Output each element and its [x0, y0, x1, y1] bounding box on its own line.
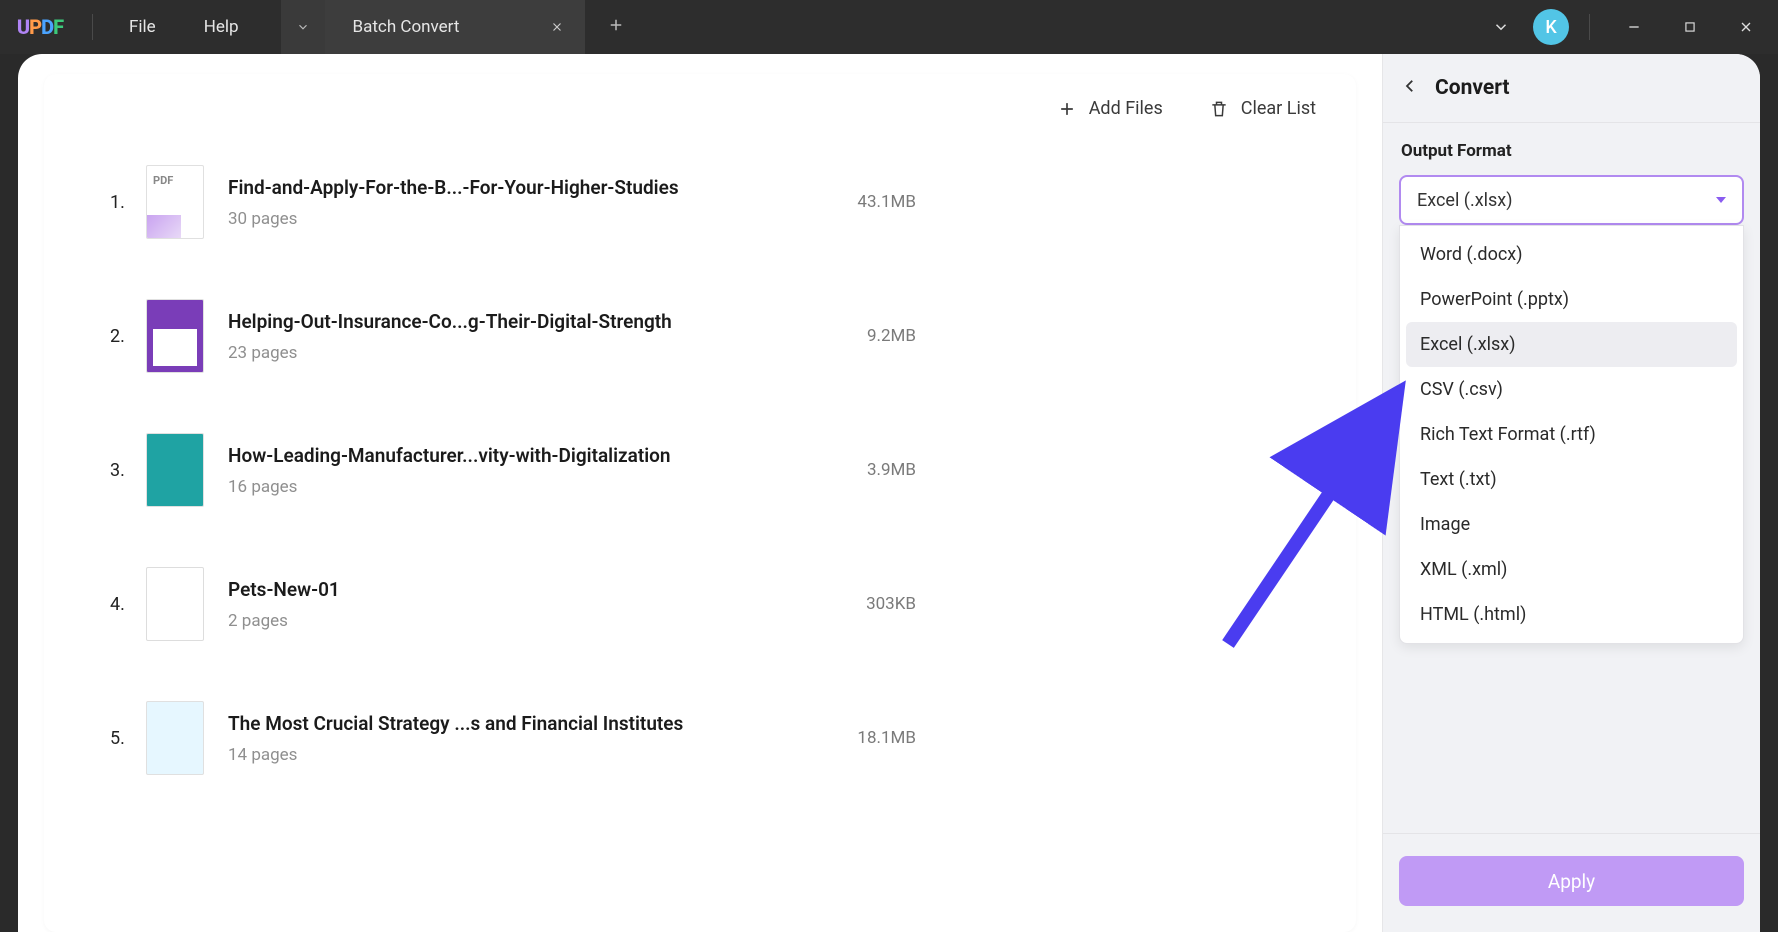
workspace: Add Files Clear List 1. Find-and-Apply-Fo… — [18, 54, 1760, 932]
file-thumbnail — [146, 299, 204, 373]
output-format-label: Output Format — [1399, 141, 1744, 161]
separator — [92, 14, 93, 40]
user-avatar[interactable]: K — [1533, 9, 1569, 45]
logo-letter: U — [17, 15, 29, 39]
chevron-down-icon — [296, 20, 310, 34]
title-bar: U P D F File Help Batch Convert K — [0, 0, 1778, 54]
logo-letter: P — [29, 15, 41, 39]
file-index: 4. — [110, 594, 146, 615]
file-name: Pets-New-01 — [228, 578, 748, 601]
window-maximize[interactable] — [1666, 3, 1714, 51]
format-option[interactable]: XML (.xml) — [1406, 547, 1737, 592]
file-size: 303KB — [866, 594, 1296, 614]
file-pages: 23 pages — [228, 343, 748, 363]
file-row[interactable]: 5. The Most Crucial Strategy ...s and Fin… — [110, 701, 1296, 775]
window-close[interactable] — [1722, 3, 1770, 51]
chevron-down-icon — [1716, 197, 1726, 203]
clear-list-button[interactable]: Clear List — [1209, 98, 1316, 119]
logo-letter: D — [41, 15, 53, 39]
file-size: 9.2MB — [867, 326, 1296, 346]
file-name: How-Leading-Manufacturer...vity-with-Dig… — [228, 444, 748, 467]
file-thumbnail — [146, 567, 204, 641]
format-option[interactable]: Word (.docx) — [1406, 232, 1737, 277]
chevron-down-icon — [1492, 18, 1510, 36]
recent-dropdown[interactable] — [1477, 3, 1525, 51]
format-option[interactable]: Excel (.xlsx) — [1406, 322, 1737, 367]
window-controls: K — [1477, 3, 1778, 51]
minimize-icon — [1626, 19, 1642, 35]
apply-button[interactable]: Apply — [1399, 856, 1744, 906]
menu-file[interactable]: File — [105, 17, 180, 37]
tab-batch-convert[interactable]: Batch Convert — [325, 0, 585, 54]
tab-title: Batch Convert — [353, 17, 460, 37]
output-format-select[interactable]: Excel (.xlsx) — [1399, 175, 1744, 225]
file-row[interactable]: 2. Helping-Out-Insurance-Co...g-Their-Dig… — [110, 299, 1296, 373]
format-option[interactable]: HTML (.html) — [1406, 592, 1737, 637]
file-pages: 16 pages — [228, 477, 748, 497]
output-format-value: Excel (.xlsx) — [1417, 190, 1513, 211]
format-option[interactable]: Image — [1406, 502, 1737, 547]
format-option[interactable]: PowerPoint (.pptx) — [1406, 277, 1737, 322]
file-thumbnail — [146, 701, 204, 775]
format-option[interactable]: Rich Text Format (.rtf) — [1406, 412, 1737, 457]
file-thumbnail — [146, 165, 204, 239]
file-name: Helping-Out-Insurance-Co...g-Their-Digit… — [228, 310, 748, 333]
file-pages: 30 pages — [228, 209, 748, 229]
plus-icon — [607, 16, 625, 34]
logo-letter: F — [53, 15, 63, 39]
close-icon — [550, 20, 564, 34]
close-icon — [1738, 19, 1754, 35]
file-size: 18.1MB — [857, 728, 1296, 748]
app-logo: U P D F — [0, 15, 80, 39]
format-option[interactable]: CSV (.csv) — [1406, 367, 1737, 412]
file-size: 3.9MB — [867, 460, 1296, 480]
file-row[interactable]: 4. Pets-New-01 2 pages 303KB — [110, 567, 1296, 641]
convert-sidebar: Convert Output Format Excel (.xlsx) Word… — [1382, 54, 1760, 932]
main-panel: Add Files Clear List 1. Find-and-Apply-Fo… — [18, 54, 1382, 932]
window-minimize[interactable] — [1610, 3, 1658, 51]
file-info: How-Leading-Manufacturer...vity-with-Dig… — [228, 444, 748, 497]
file-index: 5. — [110, 728, 146, 749]
file-list: 1. Find-and-Apply-For-the-B...-For-Your-H… — [44, 127, 1356, 775]
output-format-dropdown: Word (.docx)PowerPoint (.pptx)Excel (.xl… — [1399, 225, 1744, 644]
tab-list-dropdown[interactable] — [281, 0, 325, 54]
file-index: 3. — [110, 460, 146, 481]
back-button[interactable] — [1401, 77, 1419, 99]
file-size: 43.1MB — [857, 192, 1296, 212]
file-toolbar: Add Files Clear List — [44, 74, 1356, 127]
sidebar-title: Convert — [1435, 76, 1510, 100]
file-name: Find-and-Apply-For-the-B...-For-Your-Hig… — [228, 176, 748, 199]
file-pages: 14 pages — [228, 745, 748, 765]
plus-icon — [1057, 99, 1077, 119]
file-row[interactable]: 1. Find-and-Apply-For-the-B...-For-Your-H… — [110, 165, 1296, 239]
file-pages: 2 pages — [228, 611, 748, 631]
sidebar-header: Convert — [1383, 54, 1760, 123]
clear-list-label: Clear List — [1241, 98, 1316, 119]
file-index: 1. — [110, 192, 146, 213]
maximize-icon — [1683, 20, 1697, 34]
new-tab-button[interactable] — [595, 15, 637, 40]
file-info: Helping-Out-Insurance-Co...g-Their-Digit… — [228, 310, 748, 363]
file-info: Pets-New-01 2 pages — [228, 578, 748, 631]
file-info: The Most Crucial Strategy ...s and Finan… — [228, 712, 748, 765]
file-thumbnail — [146, 433, 204, 507]
trash-icon — [1209, 99, 1229, 119]
separator — [1589, 14, 1590, 40]
add-files-button[interactable]: Add Files — [1057, 98, 1163, 119]
menu-help[interactable]: Help — [180, 17, 263, 37]
file-name: The Most Crucial Strategy ...s and Finan… — [228, 712, 748, 735]
tab-close-button[interactable] — [543, 13, 571, 41]
add-files-label: Add Files — [1089, 98, 1163, 119]
file-row[interactable]: 3. How-Leading-Manufacturer...vity-with-D… — [110, 433, 1296, 507]
file-index: 2. — [110, 326, 146, 347]
chevron-left-icon — [1401, 77, 1419, 95]
format-option[interactable]: Text (.txt) — [1406, 457, 1737, 502]
file-info: Find-and-Apply-For-the-B...-For-Your-Hig… — [228, 176, 748, 229]
